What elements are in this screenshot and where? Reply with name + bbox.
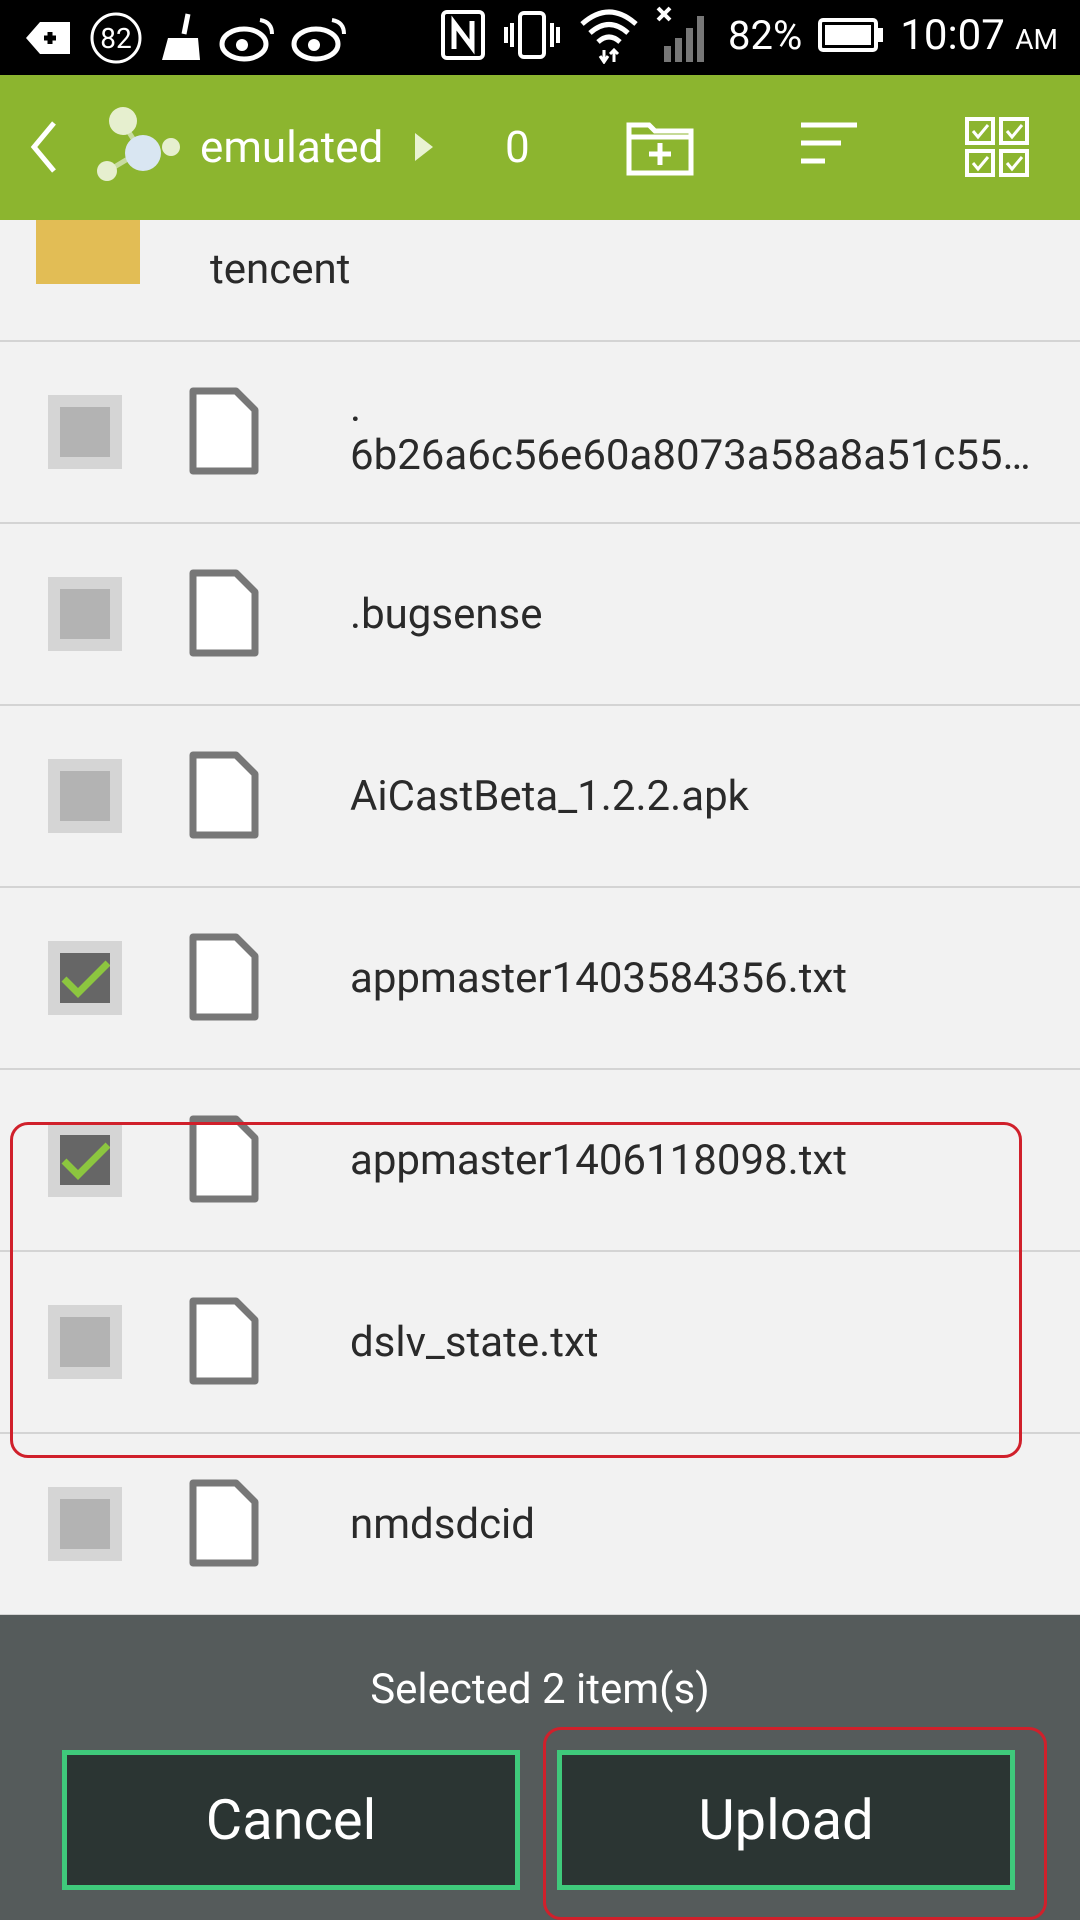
chevron-left-icon bbox=[30, 121, 56, 173]
list-item[interactable]: appmaster1403584356.txt bbox=[0, 888, 1080, 1070]
file-name: .bugsense bbox=[350, 589, 543, 639]
status-bar: 82 82% 10:07 AM bbox=[0, 0, 1080, 75]
list-item[interactable]: nmdsdcid bbox=[0, 1434, 1080, 1615]
app-logo-icon bbox=[95, 103, 185, 193]
list-item-folder[interactable]: tencent bbox=[0, 220, 1080, 342]
file-list: tencent . 6b26a6c56e60a8073a58a8a51c55… … bbox=[0, 220, 1080, 1615]
nfc-icon bbox=[440, 9, 486, 61]
path-breadcrumb[interactable]: emulated bbox=[200, 115, 383, 179]
checkmark-icon bbox=[61, 960, 110, 998]
select-all-button[interactable] bbox=[963, 115, 1033, 179]
selection-highlight bbox=[10, 1122, 1022, 1458]
new-folder-icon bbox=[626, 122, 694, 176]
checkbox[interactable] bbox=[48, 1487, 122, 1561]
weibo-icon-2 bbox=[290, 14, 348, 62]
clock-suffix: AM bbox=[1015, 22, 1058, 56]
battery-icon bbox=[818, 17, 884, 53]
checkbox-grid-icon bbox=[965, 117, 1029, 177]
file-icon bbox=[189, 1479, 259, 1567]
file-icon bbox=[189, 933, 259, 1021]
folder-icon bbox=[36, 220, 140, 284]
file-name: AiCastBeta_1.2.2.apk bbox=[350, 771, 749, 821]
app-toolbar: emulated 0 bbox=[0, 75, 1080, 220]
signal-icon bbox=[656, 6, 712, 64]
battery-percent: 82% bbox=[728, 11, 803, 59]
list-item[interactable]: . 6b26a6c56e60a8073a58a8a51c55… bbox=[0, 342, 1080, 524]
wifi-icon bbox=[578, 6, 640, 64]
vibrate-icon bbox=[502, 9, 562, 61]
file-name: appmaster1403584356.txt bbox=[350, 953, 848, 1003]
notification-count-badge: 82 bbox=[88, 10, 144, 66]
sort-icon bbox=[801, 122, 857, 164]
file-icon bbox=[189, 387, 259, 475]
back-button[interactable] bbox=[24, 115, 64, 179]
upload-highlight bbox=[543, 1727, 1047, 1920]
clock-time: 10:07 bbox=[900, 10, 1005, 60]
file-icon bbox=[189, 569, 259, 657]
folder-name: tencent bbox=[210, 245, 351, 294]
file-name-line1: . bbox=[350, 383, 362, 432]
new-folder-button[interactable] bbox=[625, 115, 695, 179]
file-icon bbox=[189, 751, 259, 839]
file-name: . 6b26a6c56e60a8073a58a8a51c55… bbox=[350, 342, 1031, 522]
clipboard-plus-icon bbox=[22, 12, 74, 64]
cancel-button[interactable]: Cancel bbox=[62, 1750, 520, 1890]
list-item[interactable]: .bugsense bbox=[0, 524, 1080, 706]
selection-count: 0 bbox=[505, 121, 530, 173]
list-item[interactable]: AiCastBeta_1.2.2.apk bbox=[0, 706, 1080, 888]
notification-count: 82 bbox=[100, 21, 132, 55]
checkbox-checked[interactable] bbox=[48, 941, 122, 1015]
checkbox[interactable] bbox=[48, 759, 122, 833]
breadcrumb-arrow-icon bbox=[415, 133, 433, 161]
sort-button[interactable] bbox=[795, 115, 865, 179]
checkbox[interactable] bbox=[48, 395, 122, 469]
selection-status: Selected 2 item(s) bbox=[370, 1665, 710, 1714]
clock: 10:07 AM bbox=[900, 11, 1058, 60]
weibo-icon bbox=[218, 14, 276, 62]
file-name-line2: 6b26a6c56e60a8073a58a8a51c55… bbox=[350, 431, 1031, 480]
file-name: nmdsdcid bbox=[350, 1499, 535, 1549]
broom-icon bbox=[158, 12, 204, 64]
checkbox[interactable] bbox=[48, 577, 122, 651]
